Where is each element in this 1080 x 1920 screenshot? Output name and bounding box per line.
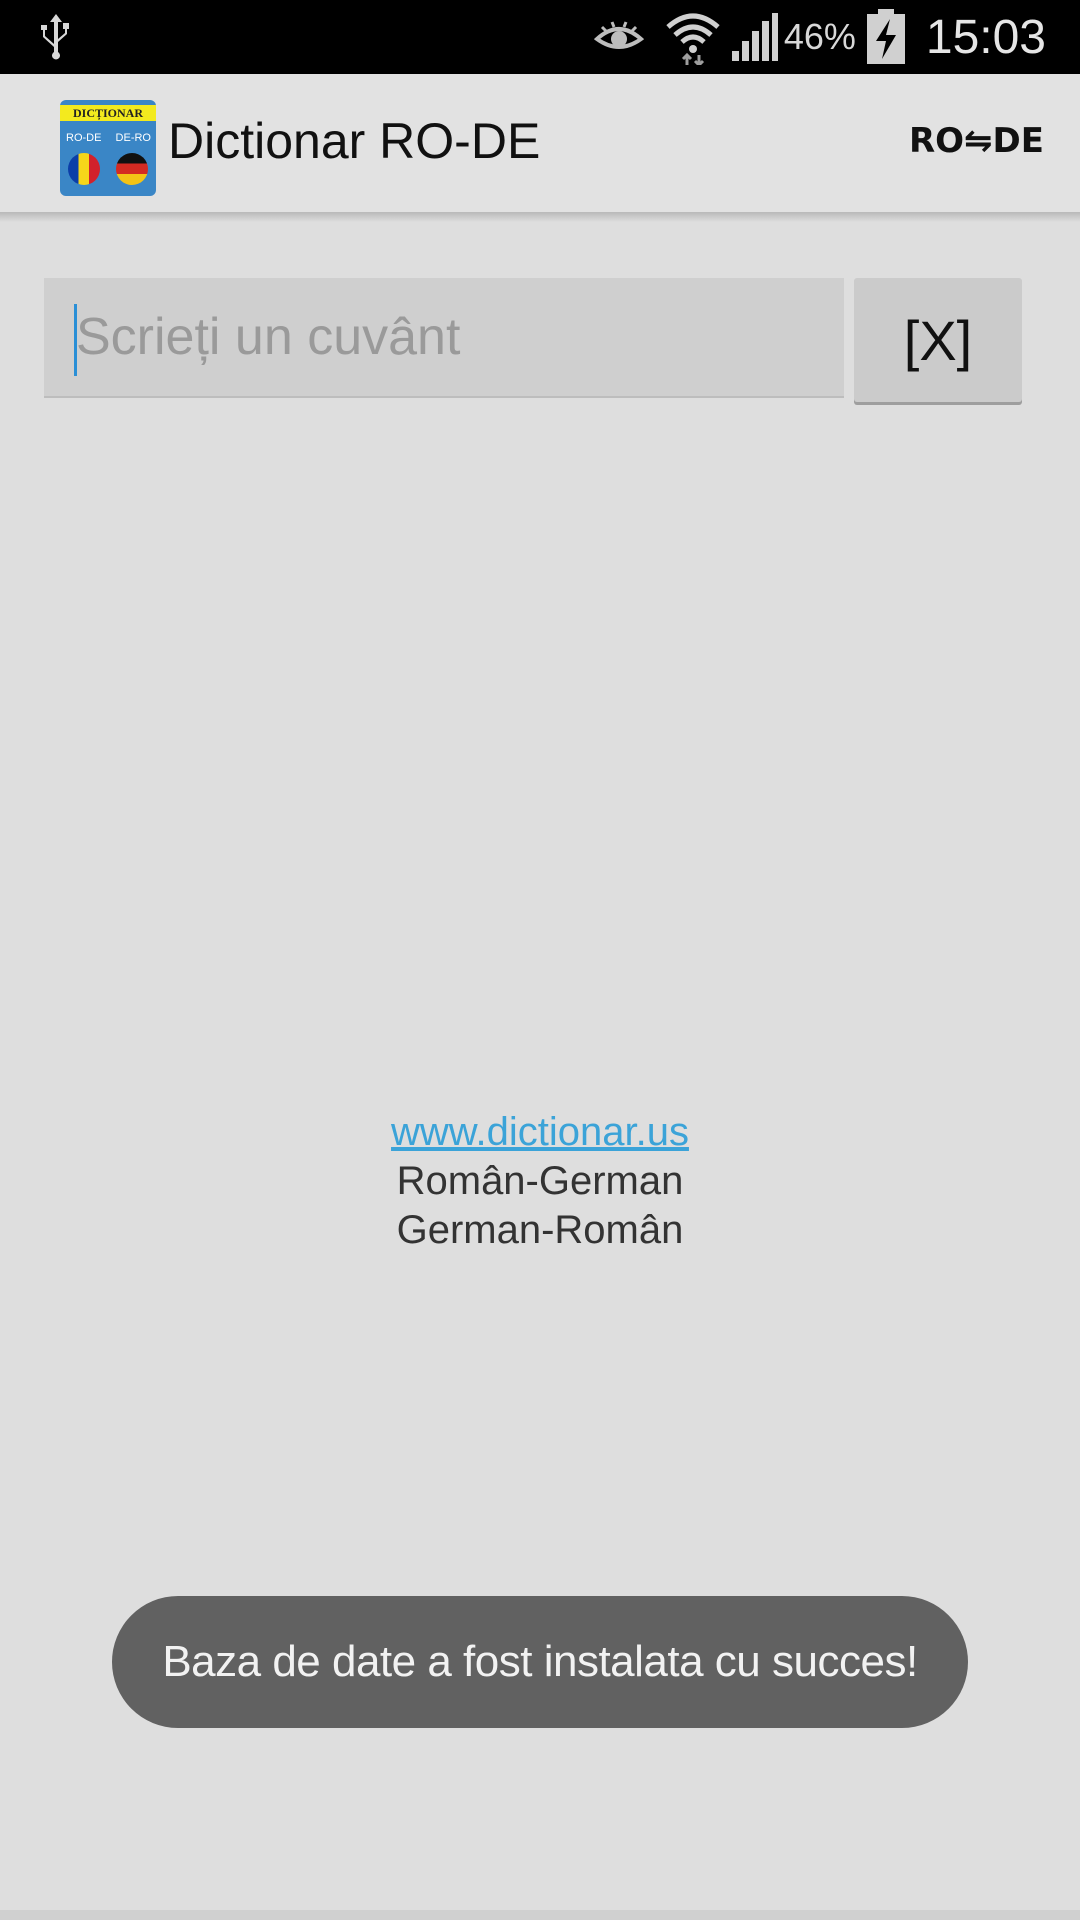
signal-icon [730, 13, 778, 61]
germany-flag-icon [116, 153, 148, 185]
website-link[interactable]: www.dictionar.us [391, 1110, 689, 1154]
action-bar: DICȚIONAR RO-DE DE-RO Dictionar RO-DE RO… [0, 74, 1080, 222]
clock: 15:03 [925, 10, 1046, 64]
text-cursor [74, 304, 77, 376]
app-logo-banner: DICȚIONAR [60, 105, 156, 121]
app-info: www.dictionar.us Român-German German-Rom… [0, 1108, 1080, 1255]
direction-ro-de: Român-German [396, 1159, 684, 1203]
status-icons: 46% 15:03 [593, 0, 1080, 74]
romania-flag-icon [68, 153, 100, 185]
language-direction-toggle[interactable]: RO⇋DE [909, 124, 1044, 158]
status-bar: 46% 15:03 [0, 0, 1080, 74]
battery-percent: 46% [783, 16, 856, 57]
app-title: Dictionar RO-DE [168, 113, 541, 169]
search-row: [X] [44, 278, 1024, 402]
toast-message: Baza de date a fost instalata cu succes! [112, 1596, 968, 1728]
app-logo-right-label: DE-RO [115, 132, 151, 144]
battery-charging-icon [866, 9, 906, 65]
eye-icon [593, 17, 644, 57]
app-logo-left-label: RO-DE [66, 132, 102, 144]
usb-icon [36, 12, 76, 60]
direction-de-ro: German-Român [396, 1208, 684, 1252]
app-logo-icon[interactable]: DICȚIONAR RO-DE DE-RO [60, 100, 156, 196]
clear-button[interactable]: [X] [854, 278, 1022, 402]
search-input[interactable] [44, 278, 844, 398]
bottom-edge [0, 1910, 1080, 1920]
action-bar-shadow [0, 212, 1080, 222]
wifi-icon [666, 9, 720, 65]
